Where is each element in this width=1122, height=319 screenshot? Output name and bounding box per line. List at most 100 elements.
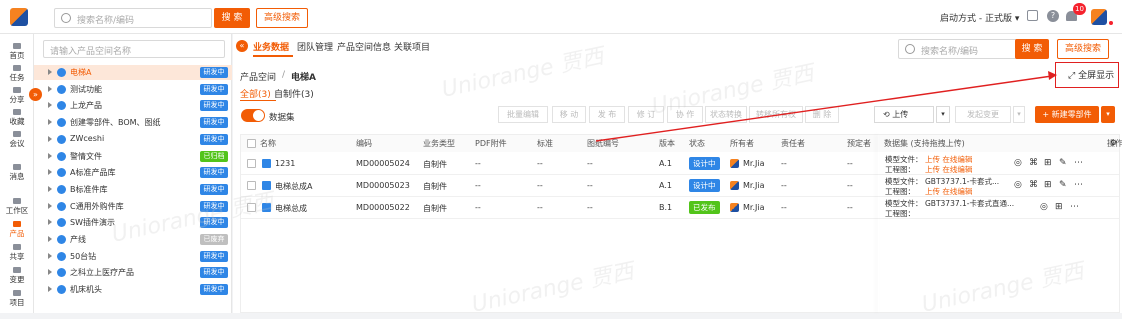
edit-icon[interactable]: ✎	[1059, 180, 1067, 190]
user-avatar[interactable]	[1091, 9, 1107, 25]
tab-business-data[interactable]: 业务数据	[253, 40, 289, 53]
dataset-toggle[interactable]	[241, 109, 265, 122]
expand-arrow-icon[interactable]	[48, 286, 52, 293]
tree-item[interactable]: 上龙产品 研发中	[34, 98, 232, 113]
select-all-checkbox[interactable]	[247, 139, 256, 148]
tree-item[interactable]: C通用外购件库 研发中	[34, 199, 232, 214]
compare-icon[interactable]: ⌘	[1029, 180, 1038, 190]
collapse-tree-icon[interactable]: «	[236, 40, 248, 52]
compare-icon[interactable]: ⌘	[1029, 158, 1038, 168]
main-advanced-search-button[interactable]: 高级搜索	[1057, 39, 1109, 59]
tab-related-projects[interactable]: 关联项目	[394, 40, 430, 53]
view-icon[interactable]: ◎	[1040, 202, 1048, 212]
more-icon[interactable]: ⋯	[1070, 202, 1079, 212]
expand-arrow-icon[interactable]	[48, 152, 52, 159]
column-header[interactable]: 预定者	[847, 135, 881, 152]
help-icon[interactable]: ?	[1047, 10, 1059, 22]
more-icon[interactable]: ⋯	[1074, 158, 1083, 168]
breadcrumb-root[interactable]: 产品空间	[240, 70, 276, 83]
row-checkbox[interactable]	[247, 203, 256, 212]
global-advanced-search-button[interactable]: 高级搜索	[256, 8, 308, 28]
collapse-expand-icon[interactable]: »	[29, 88, 42, 101]
column-header[interactable]: 业务类型	[423, 135, 471, 152]
toolbar-button[interactable]: 修 订	[628, 106, 664, 123]
filter-self-made[interactable]: 自制件(3)	[274, 87, 314, 100]
tree-item[interactable]: SW插件演示 研发中	[34, 215, 232, 230]
column-header[interactable]: 责任者	[781, 135, 843, 152]
more-icon[interactable]: ⋯	[1074, 180, 1083, 190]
column-header[interactable]: 状态	[689, 135, 727, 152]
structure-icon[interactable]: ⊞	[1055, 202, 1063, 212]
tree-item[interactable]: 之科立上医疗产品 研发中	[34, 265, 232, 280]
nav-changes[interactable]: 变更	[0, 267, 34, 285]
expand-arrow-icon[interactable]	[48, 135, 52, 142]
new-part-button[interactable]: + 新建零部件	[1035, 106, 1099, 123]
expand-arrow-icon[interactable]	[48, 185, 52, 192]
nav-meetings[interactable]: 会议	[0, 131, 34, 149]
column-header[interactable]: PDF附件	[475, 135, 533, 152]
expand-arrow-icon[interactable]	[48, 236, 52, 242]
structure-icon[interactable]: ⊞	[1044, 180, 1052, 190]
drawing-file-value[interactable]: 上传 在线编辑	[925, 164, 972, 175]
column-header[interactable]: 所有者	[730, 135, 778, 152]
row-checkbox[interactable]	[247, 159, 256, 168]
toolbar-button[interactable]: 发 布	[589, 106, 625, 123]
tree-item[interactable]: ZWceshi 研发中	[34, 132, 232, 147]
global-search-input[interactable]: 搜索名称/编码	[54, 8, 212, 28]
filter-all[interactable]: 全部(3)	[240, 87, 271, 100]
part-name[interactable]: 电梯总成	[275, 203, 349, 214]
nav-projects[interactable]: 项目	[0, 290, 34, 308]
tab-space-info[interactable]: 产品空间信息	[337, 40, 391, 53]
view-icon[interactable]: ◎	[1014, 158, 1022, 168]
upload-button[interactable]: ⟲ 上传	[874, 106, 934, 123]
tree-item[interactable]: 50台钻 研发中	[34, 249, 232, 264]
nav-home[interactable]: 首页	[0, 43, 34, 61]
tree-item[interactable]: B标准件库 研发中	[34, 182, 232, 197]
tab-team[interactable]: 团队管理	[297, 40, 333, 53]
expand-arrow-icon[interactable]	[48, 69, 52, 75]
part-name[interactable]: 1231	[275, 159, 349, 168]
view-icon[interactable]: ◎	[1014, 180, 1022, 190]
column-header[interactable]: 名称	[260, 135, 350, 152]
toolbar-button[interactable]: 删 除	[805, 106, 839, 123]
toolbar-button[interactable]: 移 动	[552, 106, 586, 123]
column-header[interactable]: 图纸编号	[587, 135, 655, 152]
toolbar-button[interactable]: 转移所有权	[749, 106, 803, 123]
column-header[interactable]: 标准	[537, 135, 583, 152]
toolbar-button[interactable]: 批量编辑	[498, 106, 548, 123]
expand-arrow-icon[interactable]	[48, 85, 52, 92]
expand-arrow-icon[interactable]	[48, 269, 52, 276]
nav-workspace[interactable]: 工作区	[0, 198, 34, 216]
nav-tasks[interactable]: 任务	[0, 65, 34, 83]
launch-mode-select[interactable]: 启动方式 - 正式版 ▾	[940, 11, 1019, 24]
tree-item[interactable]: 警情文件 已归档	[34, 149, 232, 164]
toolbar-button[interactable]: 协 作	[667, 106, 703, 123]
nav-favorites[interactable]: 收藏	[0, 109, 34, 127]
change-button[interactable]: 发起变更	[955, 106, 1011, 123]
structure-icon[interactable]: ⊞	[1044, 158, 1052, 168]
new-part-dropdown-icon[interactable]: ▾	[1101, 106, 1115, 123]
expand-arrow-icon[interactable]	[48, 102, 52, 109]
expand-arrow-icon[interactable]	[48, 252, 52, 259]
tree-item[interactable]: 创建零部件、BOM、图纸 研发中	[34, 115, 232, 130]
nav-shared[interactable]: 共享	[0, 244, 34, 262]
model-file-value[interactable]: GBT3737.1-卡套式直通...	[925, 198, 1014, 209]
expand-arrow-icon[interactable]	[48, 119, 52, 126]
main-search-button[interactable]: 搜 索	[1015, 39, 1049, 59]
change-dropdown-icon[interactable]: ▾	[1013, 106, 1025, 123]
app-logo[interactable]	[10, 8, 28, 26]
tree-item[interactable]: 测试功能 研发中	[34, 82, 232, 97]
row-checkbox[interactable]	[247, 181, 256, 190]
global-search-button[interactable]: 搜 索	[214, 8, 250, 28]
part-name[interactable]: 电梯总成A	[275, 181, 349, 192]
column-header[interactable]: 编码	[356, 135, 418, 152]
tree-item[interactable]: 机床机头 研发中	[34, 282, 232, 297]
column-settings-icon[interactable]: ⚙	[1110, 138, 1117, 147]
main-search-input[interactable]: 搜索名称/编码	[898, 39, 1028, 59]
expand-arrow-icon[interactable]	[48, 202, 52, 209]
expand-arrow-icon[interactable]	[48, 219, 52, 226]
download-icon[interactable]	[1027, 10, 1038, 21]
tree-item[interactable]: 产线 已废弃	[34, 232, 232, 247]
nav-messages[interactable]: 消息	[0, 164, 34, 182]
tree-item[interactable]: A标准产品库 研发中	[34, 165, 232, 180]
